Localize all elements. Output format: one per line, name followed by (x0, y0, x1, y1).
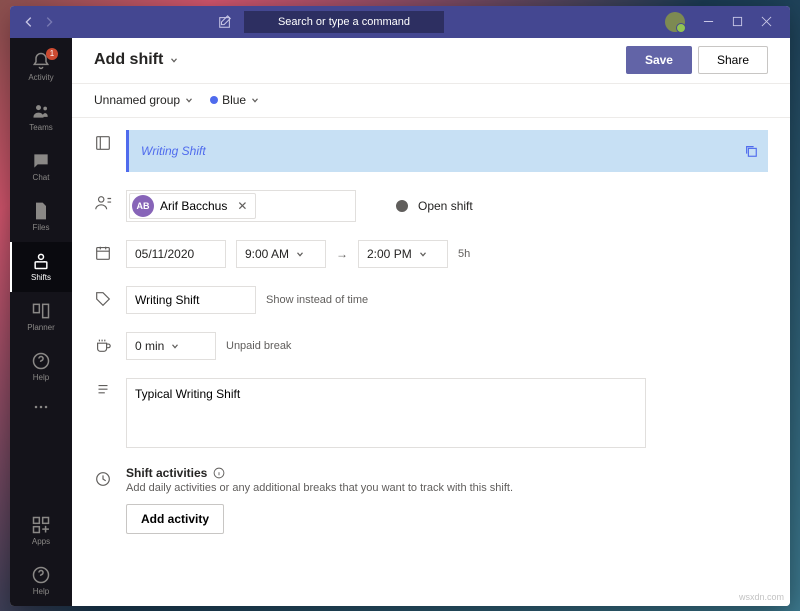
shift-title-input[interactable]: Writing Shift (126, 130, 768, 172)
group-dropdown[interactable]: Unnamed group (94, 93, 194, 107)
app-rail: Activity 1 Teams Chat Files Shifts Pl (10, 38, 72, 606)
copy-icon[interactable] (744, 144, 758, 158)
rail-planner[interactable]: Planner (10, 292, 72, 342)
search-input[interactable]: Search or type a command (244, 11, 444, 33)
rail-help-bottom[interactable]: Help (10, 556, 72, 606)
watermark: wsxdn.com (739, 592, 784, 602)
rail-apps[interactable]: Apps (10, 506, 72, 556)
date-field[interactable]: 05/11/2020 (126, 240, 226, 268)
assignee-icon (94, 194, 112, 212)
assignee-avatar: AB (132, 195, 154, 217)
user-avatar[interactable] (665, 12, 685, 32)
remove-assignee-icon[interactable]: ✕ (237, 199, 247, 213)
activities-heading: Shift activities (126, 466, 768, 480)
rail-teams[interactable]: Teams (10, 92, 72, 142)
arrow-icon: → (336, 247, 348, 261)
color-dropdown[interactable]: Blue (210, 93, 260, 107)
notes-field[interactable] (126, 378, 646, 448)
open-shift-radio[interactable] (396, 200, 408, 212)
break-type-label: Unpaid break (226, 340, 291, 352)
tag-icon (94, 290, 112, 308)
nav-forward-icon[interactable] (42, 15, 56, 29)
activities-icon (94, 470, 112, 488)
start-time-field[interactable]: 9:00 AM (236, 240, 326, 268)
page-header: Add shift Save Share (72, 38, 790, 84)
calendar-icon (94, 244, 112, 262)
rail-activity[interactable]: Activity 1 (10, 42, 72, 92)
rail-help[interactable]: Help (10, 342, 72, 392)
assignee-chip[interactable]: AB Arif Bacchus ✕ (129, 193, 256, 219)
notes-icon (94, 382, 112, 400)
share-button[interactable]: Share (698, 46, 768, 74)
duration-label: 5h (458, 248, 470, 260)
rail-files[interactable]: Files (10, 192, 72, 242)
rail-chat[interactable]: Chat (10, 142, 72, 192)
title-chevron-icon[interactable] (169, 55, 179, 65)
color-dot-icon (210, 96, 218, 104)
titlebar: Search or type a command (10, 6, 790, 38)
rail-more[interactable] (10, 392, 72, 422)
subheader: Unnamed group Blue (72, 84, 790, 118)
rail-shifts[interactable]: Shifts (10, 242, 72, 292)
title-icon (94, 134, 112, 152)
break-icon (94, 336, 112, 354)
activities-description: Add daily activities or any additional b… (126, 482, 768, 494)
info-icon[interactable] (213, 467, 225, 479)
page-title: Add shift (94, 51, 163, 69)
window-maximize-icon[interactable] (732, 16, 743, 27)
nav-back-icon[interactable] (22, 15, 36, 29)
compose-icon[interactable] (218, 15, 232, 29)
window-close-icon[interactable] (761, 16, 772, 27)
window-minimize-icon[interactable] (703, 16, 714, 27)
assignee-field[interactable]: AB Arif Bacchus ✕ (126, 190, 356, 222)
add-activity-button[interactable]: Add activity (126, 504, 224, 534)
save-button[interactable]: Save (626, 46, 692, 74)
label-hint: Show instead of time (266, 294, 368, 306)
break-duration-field[interactable]: 0 min (126, 332, 216, 360)
custom-label-field[interactable] (126, 286, 256, 314)
activity-badge: 1 (46, 48, 58, 60)
open-shift-label: Open shift (418, 199, 473, 213)
end-time-field[interactable]: 2:00 PM (358, 240, 448, 268)
